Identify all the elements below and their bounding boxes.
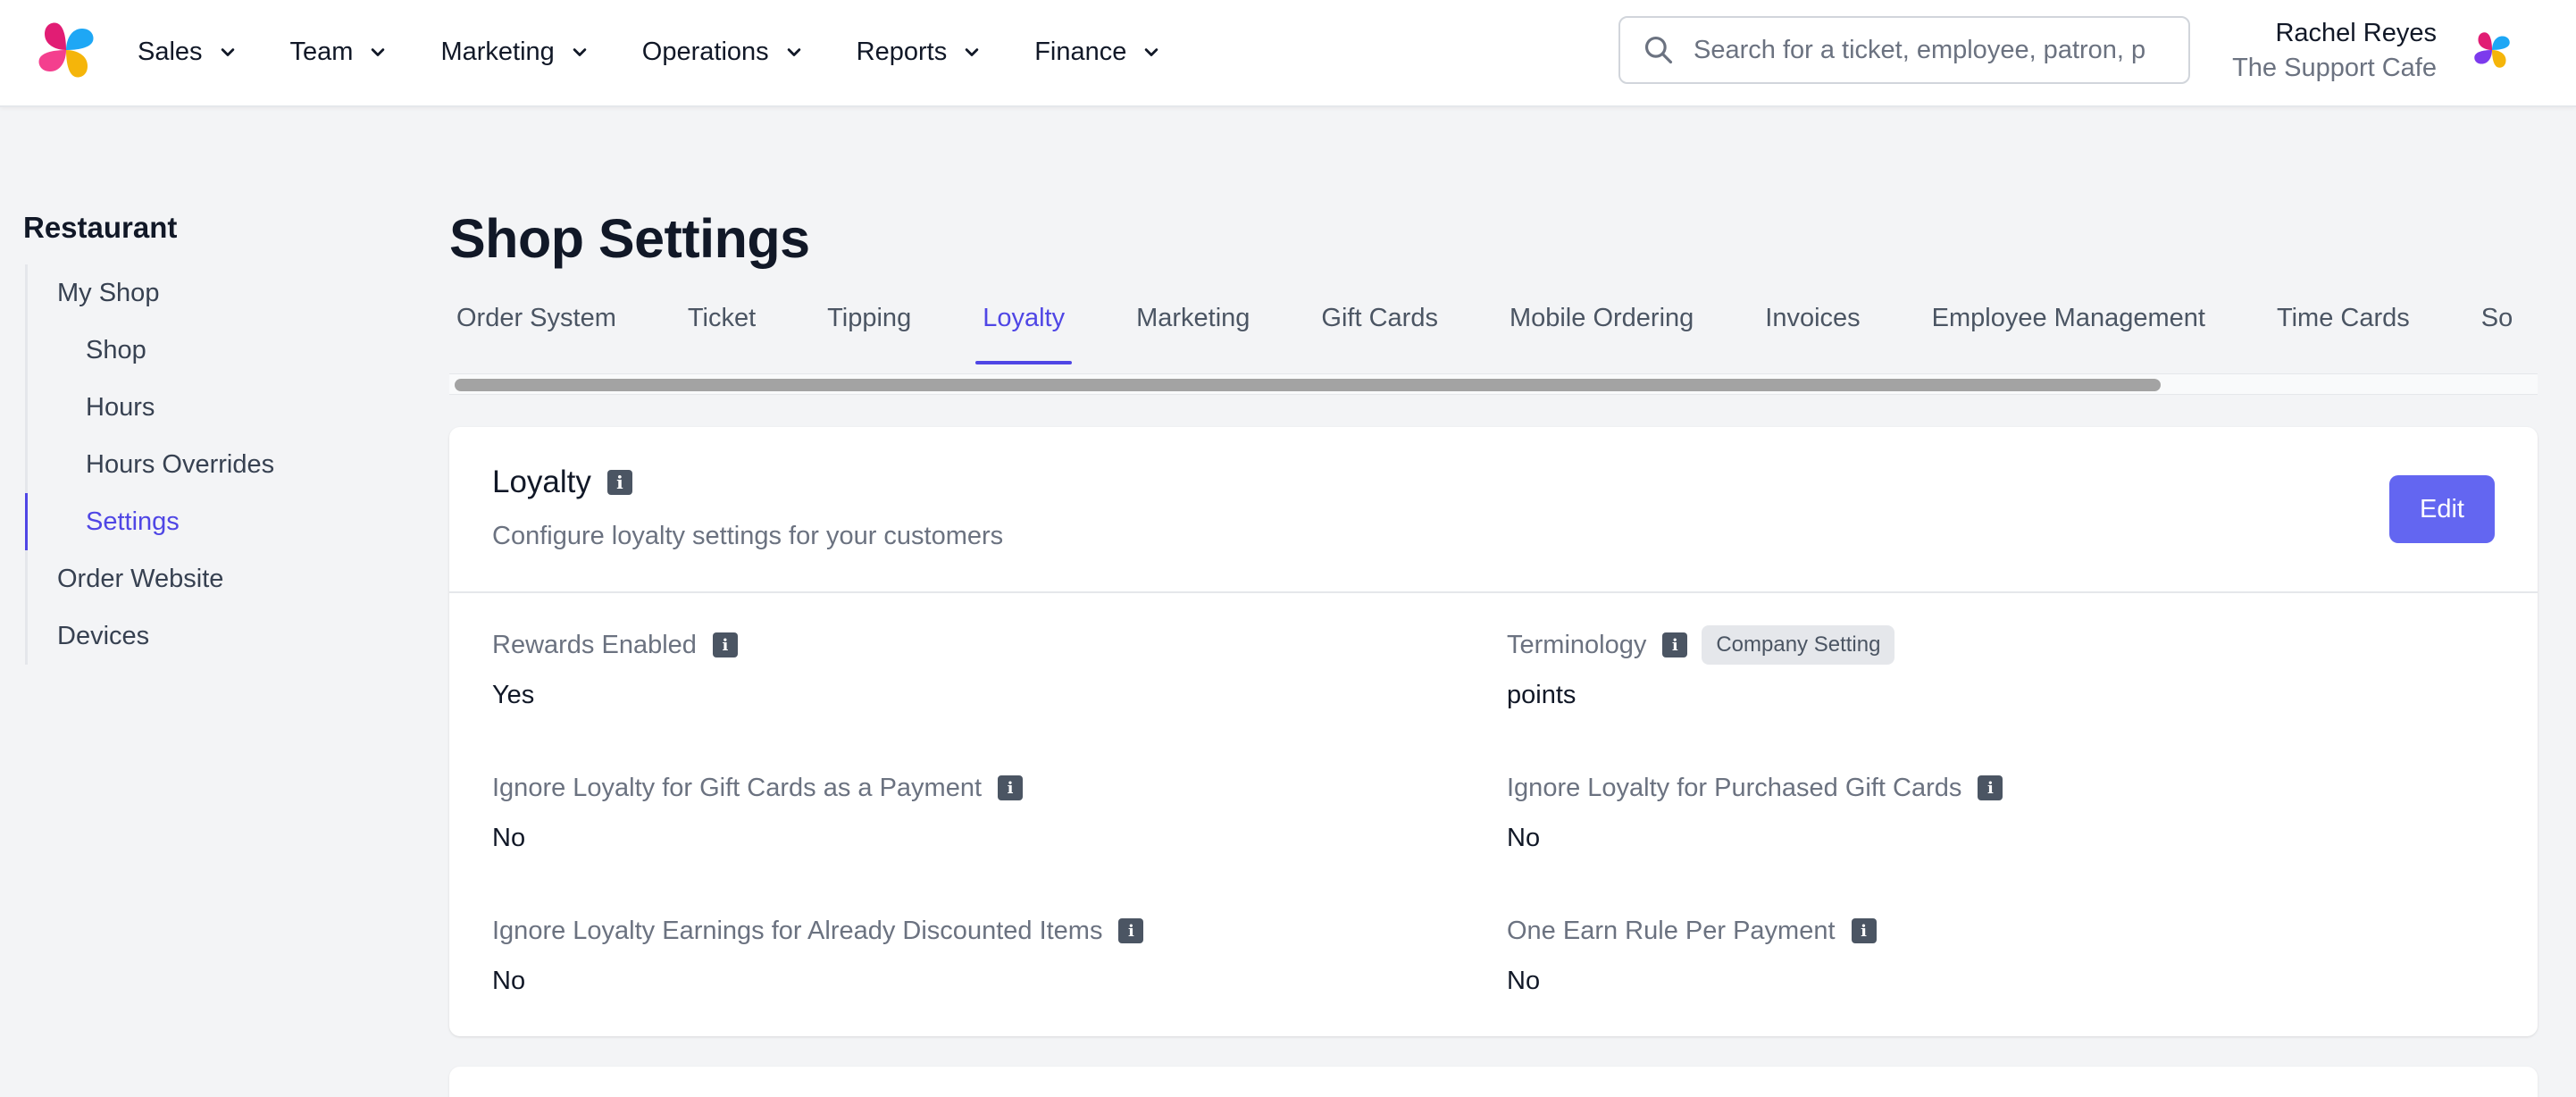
sidebar-item-hours[interactable]: Hours xyxy=(28,379,381,436)
main-nav: Sales Team Marketing Operations Reports … xyxy=(138,0,1164,104)
chevron-down-icon xyxy=(372,48,385,56)
tab-employee-management[interactable]: Employee Management xyxy=(1925,282,2212,368)
field-label-text: One Earn Rule Per Payment xyxy=(1507,916,1836,945)
tabs-scrollbar-thumb[interactable] xyxy=(455,379,2161,391)
card-subtitle: Configure loyalty settings for your cust… xyxy=(492,522,1004,550)
field-value: No xyxy=(1507,967,1541,995)
field-label-text: Ignore Loyalty Earnings for Already Disc… xyxy=(492,916,1103,945)
nav-sales[interactable]: Sales xyxy=(138,25,240,79)
nav-label: Reports xyxy=(856,37,948,66)
search-input[interactable] xyxy=(1694,35,2158,65)
card-title-text: Loyalty xyxy=(492,465,591,499)
settings-sidebar: Restaurant My Shop Shop Hours Hours Over… xyxy=(23,211,381,665)
field-label: Rewards Enabled i xyxy=(492,627,1507,663)
user-menu[interactable]: Rachel Reyes The Support Cafe xyxy=(2232,16,2437,86)
sidebar-title: Restaurant xyxy=(23,211,178,244)
nav-label: Finance xyxy=(1034,37,1127,66)
sidebar-item-shop[interactable]: Shop xyxy=(28,322,381,379)
nav-label: Team xyxy=(289,37,354,66)
global-search[interactable] xyxy=(1618,16,2190,84)
pinwheel-logo[interactable] xyxy=(36,20,96,80)
user-org: The Support Cafe xyxy=(2232,54,2437,82)
tab-loyalty[interactable]: Loyalty xyxy=(975,282,1072,368)
field-value: No xyxy=(492,967,526,995)
field-value: points xyxy=(1507,681,1577,709)
sidebar-item-hours-overrides[interactable]: Hours Overrides xyxy=(28,436,381,493)
org-logo[interactable] xyxy=(2472,30,2512,70)
field-value: Yes xyxy=(492,681,535,709)
user-name: Rachel Reyes xyxy=(2275,19,2437,47)
sidebar-item-devices[interactable]: Devices xyxy=(28,607,381,665)
nav-reports[interactable]: Reports xyxy=(857,25,985,79)
field-label: Ignore Loyalty Earnings for Already Disc… xyxy=(492,913,1507,949)
field-rewards-enabled: Rewards Enabled i Yes xyxy=(492,627,1507,770)
chevron-down-icon xyxy=(221,48,234,56)
field-label: Terminology i Company Setting xyxy=(1507,625,2502,665)
edit-button[interactable]: Edit xyxy=(2389,475,2495,543)
top-navbar: Sales Team Marketing Operations Reports … xyxy=(0,0,2576,107)
next-card xyxy=(449,1067,2538,1097)
info-icon[interactable]: i xyxy=(1978,775,2003,800)
info-icon[interactable]: i xyxy=(1662,632,1688,657)
card-header: Loyalty i Configure loyalty settings for… xyxy=(449,427,2538,593)
settings-grid: Rewards Enabled i Yes Terminology i Comp… xyxy=(492,625,2502,1056)
field-label: Ignore Loyalty for Purchased Gift Cards … xyxy=(1507,770,2502,806)
nav-label: Marketing xyxy=(440,37,555,66)
tab-order-system[interactable]: Order System xyxy=(449,282,623,368)
chevron-down-icon xyxy=(787,48,800,56)
chevron-down-icon xyxy=(965,48,979,56)
tab-marketing[interactable]: Marketing xyxy=(1129,282,1257,368)
nav-marketing[interactable]: Marketing xyxy=(440,25,591,79)
nav-operations[interactable]: Operations xyxy=(642,25,807,79)
chevron-down-icon xyxy=(573,48,587,56)
field-label-text: Ignore Loyalty for Purchased Gift Cards xyxy=(1507,773,1962,802)
chevron-down-icon xyxy=(1145,48,1158,56)
tabs-scrollbar[interactable] xyxy=(449,373,2538,395)
info-icon[interactable]: i xyxy=(1851,918,1877,943)
field-label: One Earn Rule Per Payment i xyxy=(1507,913,2502,949)
tab-time-cards[interactable]: Time Cards xyxy=(2270,282,2417,368)
tab-gift-cards[interactable]: Gift Cards xyxy=(1314,282,1445,368)
field-label: Ignore Loyalty for Gift Cards as a Payme… xyxy=(492,770,1507,806)
search-icon xyxy=(1644,36,1673,64)
nav-label: Sales xyxy=(138,37,203,66)
sidebar-item-settings[interactable]: Settings xyxy=(25,493,381,550)
field-label-text: Rewards Enabled xyxy=(492,630,697,659)
info-icon[interactable]: i xyxy=(1118,918,1144,943)
field-value: No xyxy=(1507,824,1541,852)
nav-finance[interactable]: Finance xyxy=(1034,25,1164,79)
field-ignore-discounted-items: Ignore Loyalty Earnings for Already Disc… xyxy=(492,913,1507,1056)
field-terminology: Terminology i Company Setting points xyxy=(1507,625,2502,770)
info-icon[interactable]: i xyxy=(606,470,632,495)
company-setting-badge: Company Setting xyxy=(1702,625,1895,665)
info-icon[interactable]: i xyxy=(998,775,1024,800)
sidebar-item-my-shop[interactable]: My Shop xyxy=(28,264,381,322)
sidebar-item-order-website[interactable]: Order Website xyxy=(28,550,381,607)
field-one-earn-rule: One Earn Rule Per Payment i No xyxy=(1507,913,2502,1056)
tab-overflow[interactable]: So xyxy=(2474,282,2520,368)
page-title: Shop Settings xyxy=(449,208,810,269)
settings-tabs: Order System Ticket Tipping Loyalty Marketin… xyxy=(449,282,2538,370)
field-ignore-purchased-gift-cards: Ignore Loyalty for Purchased Gift Cards … xyxy=(1507,770,2502,913)
tab-invoices[interactable]: Invoices xyxy=(1758,282,1867,368)
info-icon[interactable]: i xyxy=(712,632,738,657)
tab-ticket[interactable]: Ticket xyxy=(681,282,763,368)
field-label-text: Ignore Loyalty for Gift Cards as a Payme… xyxy=(492,773,983,802)
card-title: Loyalty i xyxy=(492,465,632,500)
field-label-text: Terminology xyxy=(1507,630,1647,659)
tab-mobile-ordering[interactable]: Mobile Ordering xyxy=(1502,282,1701,368)
field-ignore-gift-card-payment: Ignore Loyalty for Gift Cards as a Payme… xyxy=(492,770,1507,913)
tab-tipping[interactable]: Tipping xyxy=(820,282,918,368)
loyalty-card: Loyalty i Configure loyalty settings for… xyxy=(449,427,2538,1036)
field-value: No xyxy=(492,824,526,852)
nav-label: Operations xyxy=(641,37,769,66)
nav-team[interactable]: Team xyxy=(290,25,391,79)
sidebar-tree: My Shop Shop Hours Hours Overrides Setti… xyxy=(25,264,381,665)
